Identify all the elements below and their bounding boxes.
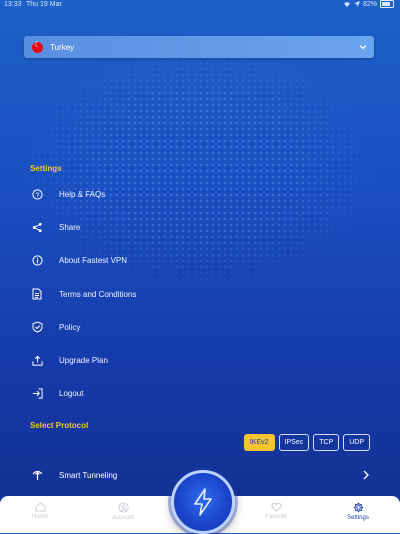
nav-home[interactable]: Home [10,502,70,520]
shield-check-icon [30,320,44,334]
menu-item-label: Share [59,222,81,232]
lightning-icon [194,488,212,516]
nav-settings-label: Settings [347,515,369,521]
menu-item-label: About Fastest VPN [59,255,128,265]
account-icon [117,502,129,513]
nav-favorite[interactable]: Favorite [246,502,306,520]
protocol-option-ikev2[interactable]: IKEv2 [243,434,275,451]
nav-account-label: Account [112,515,134,521]
menu-item-upgrade[interactable]: Upgrade Plan [30,350,370,370]
heart-icon [270,502,282,512]
share-icon [30,220,44,234]
chevron-down-icon [359,45,367,50]
status-right: 82% [343,0,394,8]
menu-item-help[interactable]: ? Help & FAQs [30,184,370,204]
protocol-options: IKEv2 IPSec TCP UDP [243,434,370,451]
chevron-right-icon [363,470,369,480]
nav-account[interactable]: Account [93,502,153,521]
protocol-title: Select Protocol [30,421,89,430]
menu-item-terms[interactable]: Terms and Conditions [30,284,370,304]
tunneling-icon [30,469,44,481]
wifi-icon [343,2,350,7]
status-date: Thu 19 Mar [26,1,62,8]
protocol-option-udp[interactable]: UDP [343,434,370,451]
svg-text:?: ? [35,191,39,198]
battery-icon [380,0,394,8]
help-icon: ? [30,187,44,201]
country-select[interactable]: Turkey [24,36,374,58]
menu-item-policy[interactable]: Policy [30,317,370,337]
menu-item-about[interactable]: About Fastest VPN [30,250,370,270]
nav-home-label: Home [31,514,48,520]
logout-icon [30,386,44,400]
upload-icon [30,353,44,367]
home-icon [35,502,45,512]
turkey-flag-icon [32,40,43,53]
location-icon [353,1,360,7]
menu-item-label: Upgrade Plan [59,355,108,365]
battery-percent: 82% [362,0,377,8]
menu-item-label: Logout [59,388,84,398]
nav-favorite-label: Favorite [265,514,287,520]
status-time: 13:33 [4,1,22,8]
protocol-option-ipsec[interactable]: IPSec [278,434,310,451]
menu-item-label: Policy [59,322,81,332]
document-icon [30,287,44,301]
smart-tunneling-label: Smart Tunneling [59,470,118,480]
settings-title: Settings [30,164,62,173]
info-icon [30,253,44,267]
menu-item-label: Terms and Conditions [59,289,137,299]
nav-settings[interactable]: Settings [328,502,388,521]
status-bar: 13:33 Thu 19 Mar 82% [0,0,400,12]
menu-item-share[interactable]: Share [30,217,370,237]
menu-item-label: Help & FAQs [59,189,106,199]
protocol-option-tcp[interactable]: TCP [313,434,340,451]
connect-button[interactable] [171,470,235,534]
gear-icon [353,502,363,513]
country-name: Turkey [50,42,75,52]
menu-item-logout[interactable]: Logout [30,383,370,403]
